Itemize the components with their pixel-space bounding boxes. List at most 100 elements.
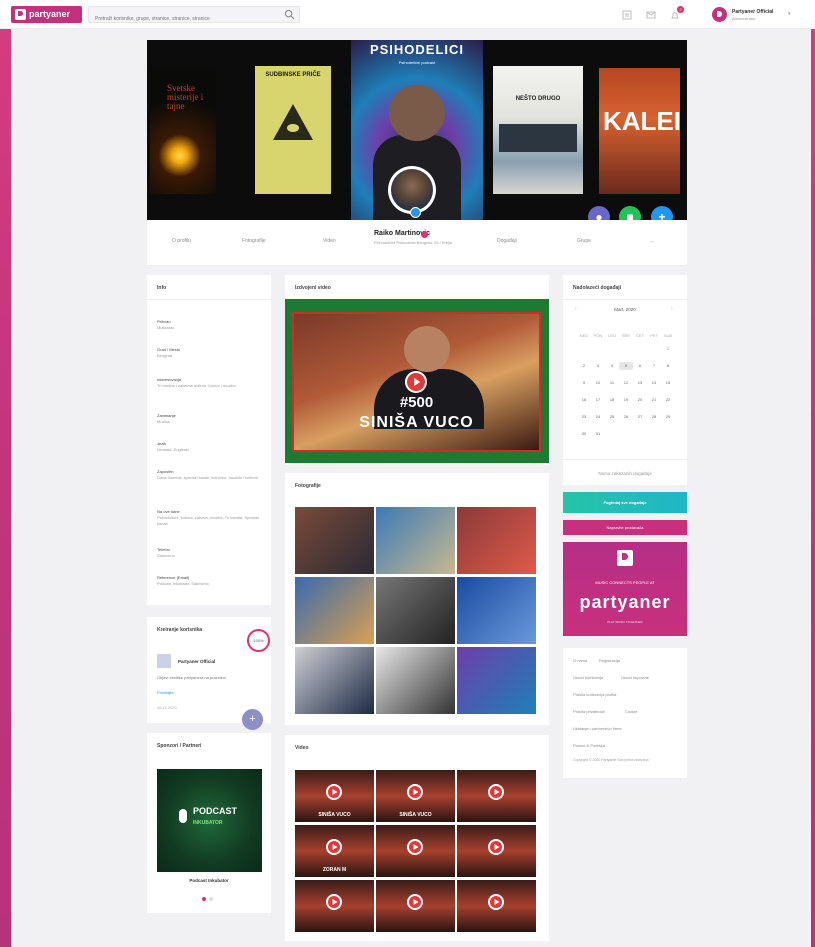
search-icon[interactable] <box>284 9 295 20</box>
video-thumb[interactable]: SINIŠA VUCO <box>376 770 455 822</box>
play-icon[interactable] <box>488 894 504 910</box>
calendar-day[interactable]: 28 <box>647 413 661 421</box>
play-icon[interactable] <box>405 371 427 393</box>
video-thumb[interactable] <box>376 880 455 932</box>
calendar-day[interactable]: 23 <box>577 413 591 421</box>
calendar-day[interactable]: 2 <box>577 362 591 370</box>
photo-thumb[interactable] <box>295 647 374 714</box>
calendar-day[interactable]: 31 <box>591 430 605 438</box>
footer-link[interactable]: Cookie <box>625 709 637 714</box>
tab-video[interactable]: Video <box>323 238 336 244</box>
photo-thumb[interactable] <box>457 577 536 644</box>
tab-about[interactable]: O profilu <box>172 238 191 244</box>
divider <box>147 299 271 300</box>
calendar-day[interactable]: 16 <box>577 396 591 404</box>
photo-thumb[interactable] <box>376 577 455 644</box>
read-link[interactable]: Pročitajte <box>157 690 174 695</box>
calendar-day[interactable]: 26 <box>619 413 633 421</box>
calendar-day[interactable]: 5 <box>619 362 633 370</box>
calendar-day[interactable]: 22 <box>661 396 675 404</box>
calendar-day[interactable]: 30 <box>577 430 591 438</box>
footer-link[interactable]: Pomoć & Podrška <box>573 743 605 748</box>
create-seller-button[interactable]: Napravite prodavača <box>563 520 687 535</box>
calendar-day[interactable]: 13 <box>633 379 647 387</box>
calendar-day[interactable]: 3 <box>591 362 605 370</box>
info-value: Muzika <box>157 419 170 424</box>
tab-photos[interactable]: Fotografije <box>242 238 266 244</box>
calendar-day[interactable]: 6 <box>633 362 647 370</box>
carousel-dot[interactable] <box>209 897 213 901</box>
footer-link[interactable]: Registracija <box>599 658 620 663</box>
calendar-day[interactable]: 15 <box>661 379 675 387</box>
calendar-day[interactable]: 21 <box>647 396 661 404</box>
video-thumb[interactable] <box>457 770 536 822</box>
info-value: Hrvatski, Engleski <box>157 447 189 452</box>
calendar-day[interactable]: 19 <box>619 396 633 404</box>
calendar-day[interactable]: 24 <box>591 413 605 421</box>
video-thumb[interactable] <box>376 825 455 877</box>
partyaner-logo[interactable]: partyaner <box>11 6 82 23</box>
calendar-day[interactable]: 10 <box>591 379 605 387</box>
calendar-day[interactable]: 4 <box>605 362 619 370</box>
photo-thumb[interactable] <box>457 647 536 714</box>
footer-link[interactable]: Uslovi kupovine <box>621 675 649 680</box>
video-thumb[interactable] <box>457 825 536 877</box>
carousel-dot-active[interactable] <box>202 897 206 901</box>
more-menu[interactable]: ... <box>650 238 654 244</box>
calendar-day[interactable]: 1 <box>661 345 675 353</box>
photo-thumb[interactable] <box>457 507 536 574</box>
video-thumb[interactable] <box>295 880 374 932</box>
calendar-day[interactable]: 14 <box>647 379 661 387</box>
calendar-day[interactable]: 25 <box>605 413 619 421</box>
cover-book-5: KALEIDOSKOP <box>599 68 680 194</box>
photo-thumb[interactable] <box>295 507 374 574</box>
photo-thumb[interactable] <box>376 507 455 574</box>
chevron-down-icon[interactable]: ▾ <box>788 11 791 17</box>
tab-groups[interactable]: Grupe <box>577 238 591 244</box>
footer-link[interactable]: O nama <box>573 658 587 663</box>
owner-name[interactable]: Partyaner Official <box>178 659 215 664</box>
footer-link[interactable]: Uslovi korišćenja <box>573 675 603 680</box>
view-all-events-button[interactable]: Pogledaj sve događaje <box>563 492 687 513</box>
add-button[interactable]: + <box>242 709 263 730</box>
play-icon[interactable] <box>407 894 423 910</box>
calendar-day[interactable]: 8 <box>661 362 675 370</box>
creation-card: Kreiranje korisnika 100% Partyaner Offic… <box>147 617 271 730</box>
edit-avatar-icon[interactable] <box>410 207 421 218</box>
next-month-icon[interactable]: › <box>671 306 673 312</box>
friends-icon[interactable] <box>622 10 632 20</box>
footer-link[interactable]: Ukidanje i partnerstvo firme <box>573 726 622 731</box>
calendar-day[interactable]: 29 <box>661 413 675 421</box>
calendar-day[interactable]: 7 <box>647 362 661 370</box>
tab-events[interactable]: Događaji <box>497 238 517 244</box>
footer-link[interactable]: Pravila korišćenja profila <box>573 692 616 697</box>
play-icon[interactable] <box>488 839 504 855</box>
search-box[interactable] <box>88 6 300 27</box>
calendar-day[interactable]: 18 <box>605 396 619 404</box>
play-icon[interactable] <box>326 784 342 800</box>
calendar-day[interactable]: 17 <box>591 396 605 404</box>
footer-link[interactable]: Pravila privatnosti <box>573 709 605 714</box>
video-thumb[interactable]: ZORAN M <box>295 825 374 877</box>
photo-thumb[interactable] <box>376 647 455 714</box>
photos-title: Fotografije <box>295 483 321 489</box>
play-icon[interactable] <box>326 894 342 910</box>
calendar-day[interactable]: 20 <box>633 396 647 404</box>
play-icon[interactable] <box>407 839 423 855</box>
podcast-inkubator-banner[interactable]: PODCAST INKUBATOR <box>157 769 262 872</box>
calendar-day[interactable]: 12 <box>619 379 633 387</box>
play-icon[interactable] <box>488 784 504 800</box>
partyaner-promo-banner[interactable]: MUSIC CONNECTS PEOPLE AT partyaner PLAY … <box>563 542 687 636</box>
search-input[interactable] <box>89 11 279 27</box>
video-thumb[interactable]: SINIŠA VUCO <box>295 770 374 822</box>
featured-video-player[interactable]: #500 SINIŠA VUCO <box>285 299 549 463</box>
calendar-day[interactable]: 27 <box>633 413 647 421</box>
video-thumb[interactable] <box>457 880 536 932</box>
play-icon[interactable] <box>407 784 423 800</box>
play-icon[interactable] <box>326 839 342 855</box>
photo-thumb[interactable] <box>295 577 374 644</box>
calendar-day[interactable]: 11 <box>605 379 619 387</box>
calendar-day[interactable]: 9 <box>577 379 591 387</box>
info-value: Podcast Inkubator, Sakriveno <box>157 581 210 586</box>
messages-icon[interactable] <box>646 10 656 20</box>
